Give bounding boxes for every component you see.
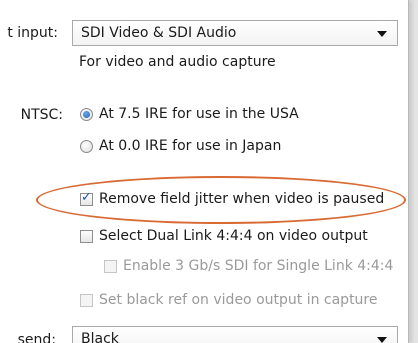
radio-selected-icon [80, 107, 93, 121]
input-hint: For video and audio capture [79, 54, 276, 70]
chevron-down-icon [377, 31, 387, 37]
send-dropdown[interactable]: Black [72, 326, 398, 343]
enable-3g-label: Enable 3 Gb/s SDI for Single Link 4:4:4 [123, 258, 394, 274]
checkbox-disabled-icon [80, 293, 93, 307]
input-dropdown[interactable]: SDI Video & SDI Audio [72, 20, 398, 46]
input-label: t input: [7, 25, 58, 41]
black-ref-label: Set black ref on video output in capture [99, 292, 378, 308]
ntsc-option-japan[interactable]: At 0.0 IRE for use in Japan [80, 138, 281, 154]
chevron-down-icon [377, 337, 387, 343]
settings-panel: t input: SDI Video & SDI Audio For video… [0, 0, 409, 343]
input-dropdown-value: SDI Video & SDI Audio [81, 25, 237, 41]
ntsc-label: NTSC: [20, 107, 63, 123]
black-ref-checkbox[interactable]: Set black ref on video output in capture [80, 292, 378, 308]
radio-unselected-icon [80, 139, 93, 153]
ntsc-option-japan-label: At 0.0 IRE for use in Japan [99, 138, 282, 154]
dual-link-checkbox[interactable]: Select Dual Link 4:4:4 on video output [80, 228, 368, 244]
dual-link-label: Select Dual Link 4:4:4 on video output [99, 228, 368, 244]
checkbox-checked-icon: ✓ [80, 189, 93, 206]
checkbox-disabled-icon [104, 259, 117, 273]
remove-jitter-checkbox[interactable]: ✓ Remove field jitter when video is paus… [80, 191, 384, 207]
ntsc-option-usa-label: At 7.5 IRE for use in the USA [99, 106, 299, 122]
enable-3g-checkbox[interactable]: Enable 3 Gb/s SDI for Single Link 4:4:4 [104, 258, 393, 274]
checkbox-unchecked-icon [80, 229, 93, 243]
send-dropdown-value: Black [81, 331, 119, 343]
send-label: send: [17, 332, 56, 343]
ntsc-option-usa[interactable]: At 7.5 IRE for use in the USA [80, 106, 299, 122]
remove-jitter-label: Remove field jitter when video is paused [99, 191, 385, 207]
